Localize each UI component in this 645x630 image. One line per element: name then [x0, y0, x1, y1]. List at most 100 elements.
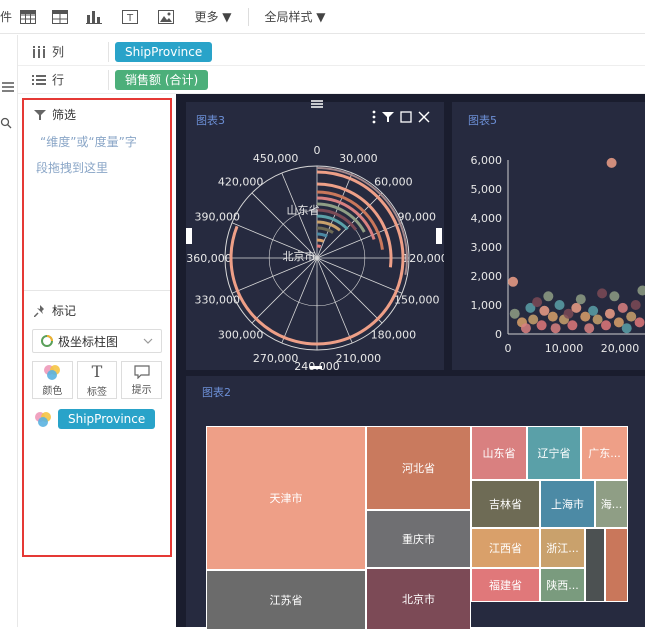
marks-header: 标记: [24, 296, 170, 325]
color-label: 颜色: [42, 385, 63, 397]
toolbar: 件 T 更多 ▼ 全局样式 ▼: [0, 0, 645, 34]
treemap-cell[interactable]: 天津市: [206, 426, 366, 570]
text-box-icon[interactable]: T: [112, 0, 148, 34]
polar-bar: [316, 238, 325, 243]
chart2-treemap: 天津市 江苏省 河北省 重庆市 北京市 山东省 辽宁省 广东... 吉林省 上海市 海... 江西省浙…: [186, 376, 645, 630]
image-icon[interactable]: [148, 0, 184, 34]
scatter-point: [520, 323, 531, 334]
scatter-point: [592, 314, 603, 325]
resize-handle-right[interactable]: [436, 228, 442, 244]
speech-bubble-icon: [134, 364, 150, 379]
search-icon[interactable]: [0, 117, 14, 131]
text-t-icon: T: [91, 362, 103, 381]
label-button[interactable]: T 标签: [76, 361, 118, 399]
scatter-point: [604, 308, 615, 319]
rows-field-pill[interactable]: 销售额 (合计): [115, 69, 209, 90]
polar-category-label: 北京市: [283, 249, 316, 263]
scatter-point: [630, 300, 641, 310]
polar-angle-tick: 210,000: [336, 352, 382, 365]
filter-icon: [34, 109, 46, 120]
global-style-menu[interactable]: 全局样式 ▼: [255, 0, 335, 34]
resize-handle-bottom[interactable]: [310, 366, 322, 369]
scatter-point: [571, 302, 582, 313]
color-dots-icon: [35, 412, 51, 427]
bar-chart-icon[interactable]: [76, 0, 112, 34]
scatter-point: [606, 157, 617, 168]
scatter-y-tick: 0: [495, 328, 502, 341]
scatter-point: [509, 308, 520, 319]
polar-spoke: [316, 192, 383, 259]
scatter-y-tick: 5,000: [471, 183, 503, 196]
scatter-point: [536, 320, 547, 331]
list-icon[interactable]: [2, 81, 14, 95]
chart2-card[interactable]: 图表2 天津市 江苏省 河北省 重庆市 北京市 山东省 辽宁省 广东... 吉林省 上海市 海...…: [186, 376, 645, 630]
scatter-point: [567, 320, 578, 331]
treemap-cell[interactable]: [605, 528, 628, 602]
filter-drop-hint-1[interactable]: “维度”或“度量”字: [24, 129, 170, 155]
scatter-point: [532, 297, 543, 308]
pin-icon: [34, 304, 44, 317]
treemap-cell[interactable]: [585, 528, 605, 602]
treemap-cell[interactable]: 河北省: [366, 426, 471, 510]
tooltip-label: 提示: [131, 384, 152, 396]
treemap-cell[interactable]: 海...: [595, 480, 628, 528]
crosstab-icon[interactable]: [44, 0, 76, 34]
polar-angle-tick: 390,000: [194, 211, 240, 224]
polar-angle-tick: 90,000: [398, 211, 437, 224]
color-field-row: ShipProvince: [24, 403, 170, 435]
polar-bar: [316, 232, 328, 238]
scatter-point: [508, 276, 519, 287]
scatter-point: [584, 323, 595, 334]
more-menu[interactable]: 更多 ▼: [184, 0, 242, 34]
scatter-point: [617, 302, 628, 313]
filter-title: 筛选: [52, 108, 77, 122]
polar-angle-tick: 300,000: [218, 328, 264, 341]
color-button[interactable]: 颜色: [32, 361, 73, 399]
treemap-cell[interactable]: 上海市: [540, 480, 595, 528]
treemap-cell[interactable]: 北京市: [366, 568, 471, 630]
filter-marks-panel: 筛选 “维度”或“度量”字 段拖拽到这里 标记 极坐标柱图 颜色 T 标签 提示…: [22, 98, 172, 557]
polar-angle-tick: 330,000: [194, 293, 240, 306]
treemap-cell[interactable]: 陕西...: [540, 568, 585, 602]
filter-drop-hint-2[interactable]: 段拖拽到这里: [24, 155, 170, 181]
rows-shelf[interactable]: 行 销售额 (合计): [18, 66, 645, 94]
tooltip-button[interactable]: 提示: [121, 361, 163, 399]
scatter-y-tick: 3,000: [471, 241, 503, 254]
polar-angle-tick: 450,000: [253, 152, 298, 165]
polar-angle-tick: 150,000: [394, 293, 440, 306]
columns-shelf[interactable]: 列 ShipProvince: [18, 38, 645, 66]
treemap-cell[interactable]: 江苏省: [206, 570, 366, 630]
polar-angle-tick: 420,000: [218, 176, 264, 189]
filter-header: 筛选: [24, 100, 170, 129]
treemap-cell[interactable]: 重庆市: [366, 510, 471, 568]
scatter-point: [588, 305, 599, 316]
scatter-point: [543, 291, 554, 302]
scatter-x-tick: 10,000: [545, 342, 584, 355]
treemap-cell[interactable]: 浙江...: [540, 528, 585, 568]
resize-handle-left[interactable]: [186, 228, 192, 244]
treemap-cell[interactable]: 山东省: [471, 426, 527, 480]
scatter-x-tick: 0: [505, 342, 512, 355]
treemap-cell[interactable]: 江西省: [471, 528, 540, 568]
treemap-cell[interactable]: 广东...: [581, 426, 628, 480]
columns-field-pill[interactable]: ShipProvince: [115, 41, 213, 62]
chart5-card[interactable]: 图表5 6,000 5,000 4,000 3,000 2,000 1,000 0 0 10,0…: [452, 102, 645, 370]
treemap-cell[interactable]: 吉林省: [471, 480, 540, 528]
scatter-point: [601, 320, 611, 331]
toolbar-divider: [248, 7, 249, 26]
color-dots-icon: [44, 364, 61, 380]
chart3-card[interactable]: 图表3 0 30,000 60,000 90,000 120,000 150,000 180…: [186, 100, 444, 370]
polar-spoke: [251, 192, 318, 259]
treemap-cell[interactable]: 福建省: [471, 568, 540, 602]
scatter-point: [597, 288, 608, 299]
chart-type-select[interactable]: 极坐标柱图: [32, 329, 162, 353]
scatter-point: [621, 323, 632, 334]
scatter-point: [550, 323, 561, 334]
polar-angle-tick: 0: [314, 144, 321, 157]
columns-icon: [33, 45, 45, 58]
table-icon[interactable]: [12, 0, 44, 34]
polar-angle-tick: 180,000: [371, 328, 417, 341]
color-field-pill[interactable]: ShipProvince: [58, 409, 156, 429]
polar-angle-tick: 270,000: [253, 352, 298, 365]
treemap-cell[interactable]: 辽宁省: [527, 426, 581, 480]
